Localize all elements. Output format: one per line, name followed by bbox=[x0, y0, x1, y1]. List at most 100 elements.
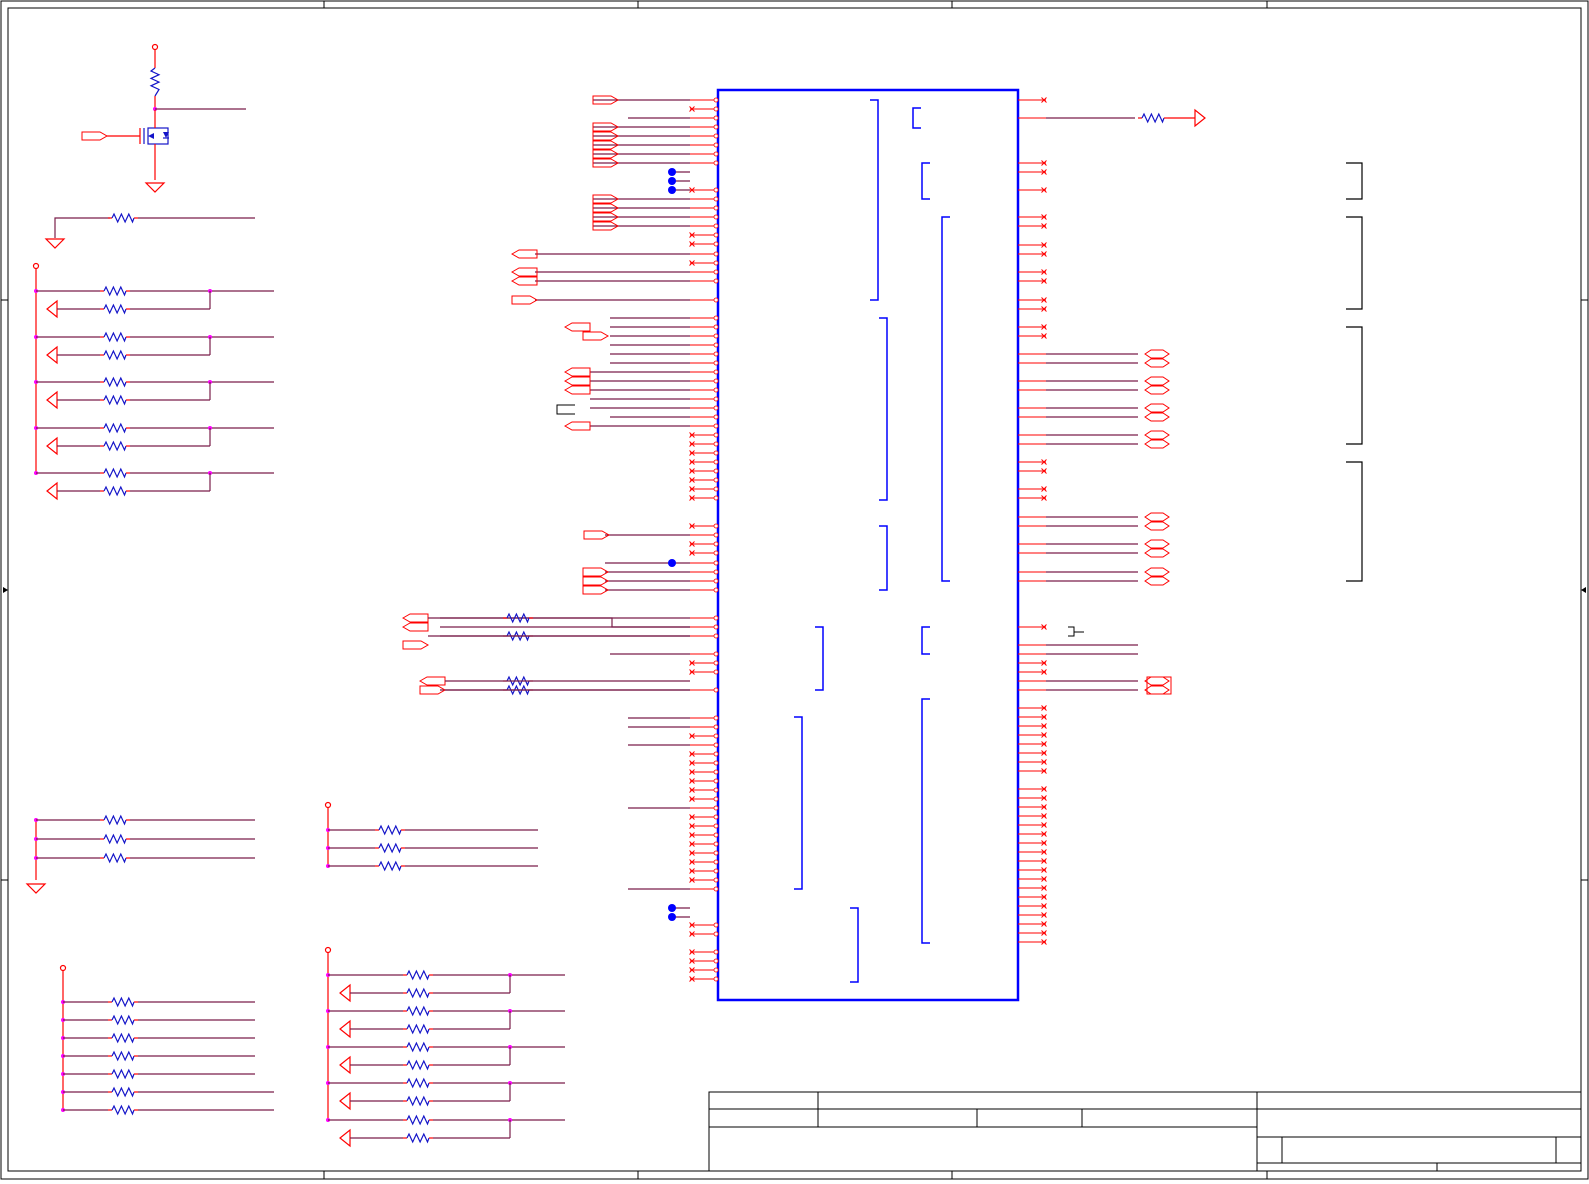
net-port-icon[interactable] bbox=[418, 676, 446, 686]
resistor-icon[interactable] bbox=[100, 394, 130, 406]
resistor-icon[interactable] bbox=[100, 833, 130, 845]
resistor-zigzag bbox=[149, 67, 161, 97]
resistor-icon[interactable] bbox=[100, 303, 130, 315]
net-port-icon[interactable] bbox=[510, 267, 538, 277]
net-port-icon[interactable] bbox=[1144, 439, 1170, 449]
resistor-icon[interactable] bbox=[108, 996, 138, 1008]
resistor-icon[interactable] bbox=[403, 1041, 433, 1053]
net-port-icon[interactable] bbox=[563, 385, 591, 395]
net-port-icon[interactable] bbox=[1144, 576, 1170, 586]
resistor-icon[interactable] bbox=[100, 331, 130, 343]
resistor-icon[interactable] bbox=[100, 485, 130, 497]
resistor-icon[interactable] bbox=[100, 349, 130, 361]
net-port-icon[interactable] bbox=[1144, 521, 1170, 531]
ic-pin-end bbox=[713, 187, 719, 193]
resistor-zigzag bbox=[103, 814, 127, 826]
schematic-canvas[interactable] bbox=[0, 0, 1589, 1180]
ic-pin-end bbox=[713, 297, 719, 303]
net-port-icon[interactable] bbox=[582, 331, 610, 341]
resistor-icon[interactable] bbox=[403, 1005, 433, 1017]
resistor-icon[interactable] bbox=[403, 1023, 433, 1035]
ground-icon bbox=[46, 390, 58, 410]
resistor-icon[interactable] bbox=[403, 987, 433, 999]
net-port-icon[interactable] bbox=[1144, 539, 1170, 549]
net-port-icon[interactable] bbox=[401, 622, 429, 632]
resistor-zigzag bbox=[378, 860, 402, 872]
resistor-icon[interactable] bbox=[403, 1132, 433, 1144]
resistor-icon[interactable] bbox=[108, 1032, 138, 1044]
net-port-icon[interactable] bbox=[1144, 676, 1170, 686]
net-port-icon[interactable] bbox=[582, 585, 610, 595]
net-port-icon[interactable] bbox=[582, 576, 610, 586]
resistor-icon[interactable] bbox=[375, 860, 405, 872]
net-port-icon[interactable] bbox=[511, 295, 539, 305]
ic-pin-end bbox=[713, 724, 719, 730]
mosfet-icon[interactable] bbox=[139, 127, 169, 145]
net-port-icon[interactable] bbox=[81, 131, 109, 141]
resistor-icon[interactable] bbox=[375, 842, 405, 854]
net-port-icon[interactable] bbox=[582, 567, 610, 577]
resistor-icon[interactable] bbox=[503, 612, 533, 624]
resistor-icon[interactable] bbox=[100, 814, 130, 826]
resistor-icon[interactable] bbox=[403, 969, 433, 981]
net-port-icon[interactable] bbox=[1144, 548, 1170, 558]
net-port-icon[interactable] bbox=[1144, 358, 1170, 368]
net-port-icon[interactable] bbox=[563, 322, 591, 332]
ic-pin-end bbox=[713, 260, 719, 266]
net-port-icon[interactable] bbox=[510, 276, 538, 286]
net-port-icon[interactable] bbox=[563, 376, 591, 386]
net-port-icon[interactable] bbox=[1144, 403, 1170, 413]
resistor-icon[interactable] bbox=[100, 852, 130, 864]
resistor-icon[interactable] bbox=[108, 1050, 138, 1062]
resistor-icon[interactable] bbox=[100, 285, 130, 297]
net-port-icon[interactable] bbox=[1144, 430, 1170, 440]
net-port-icon[interactable] bbox=[1144, 567, 1170, 577]
net-port-icon[interactable] bbox=[563, 367, 591, 377]
resistor-icon[interactable] bbox=[100, 467, 130, 479]
resistor-zigzag bbox=[103, 833, 127, 845]
ic-pin-end bbox=[713, 796, 719, 802]
resistor-icon[interactable] bbox=[108, 1086, 138, 1098]
resistor-zigzag bbox=[111, 996, 135, 1008]
resistor-icon[interactable] bbox=[108, 1068, 138, 1080]
resistor-icon[interactable] bbox=[100, 422, 130, 434]
resistor-zigzag bbox=[103, 422, 127, 434]
net-port-icon[interactable] bbox=[1144, 385, 1170, 395]
ic-pin-end bbox=[713, 133, 719, 139]
resistor-icon[interactable] bbox=[108, 1014, 138, 1026]
resistor-zigzag bbox=[111, 1068, 135, 1080]
resistor-zigzag bbox=[103, 852, 127, 864]
resistor-icon[interactable] bbox=[108, 1104, 138, 1116]
net-port-icon[interactable] bbox=[1144, 349, 1170, 359]
resistor-icon[interactable] bbox=[108, 212, 138, 224]
resistor-icon[interactable] bbox=[403, 1095, 433, 1107]
junction-icon bbox=[668, 904, 676, 912]
ic-pin-end bbox=[713, 651, 719, 657]
mosfet-arrow bbox=[148, 133, 154, 139]
net-port-icon[interactable] bbox=[1144, 412, 1170, 422]
net-port-icon[interactable] bbox=[1194, 108, 1206, 128]
resistor-icon[interactable] bbox=[100, 376, 130, 388]
resistor-zigzag bbox=[406, 1095, 430, 1107]
net-port-icon[interactable] bbox=[510, 249, 538, 259]
net-bracket bbox=[1346, 461, 1363, 582]
net-port-icon[interactable] bbox=[563, 421, 591, 431]
ic-pin-end bbox=[713, 196, 719, 202]
resistor-icon[interactable] bbox=[403, 1114, 433, 1126]
resistor-icon[interactable] bbox=[403, 1077, 433, 1089]
net-port-icon[interactable] bbox=[1144, 512, 1170, 522]
resistor-icon[interactable] bbox=[100, 440, 130, 452]
bus-bracket bbox=[850, 907, 859, 983]
net-port-icon[interactable] bbox=[401, 613, 429, 623]
net-port-icon[interactable] bbox=[1144, 376, 1170, 386]
resistor-zigzag bbox=[506, 612, 530, 624]
resistor-icon[interactable] bbox=[375, 824, 405, 836]
ground-icon bbox=[25, 883, 47, 894]
resistor-icon[interactable] bbox=[403, 1059, 433, 1071]
ic-body[interactable] bbox=[716, 88, 1020, 1002]
net-port-icon[interactable] bbox=[402, 640, 430, 650]
resistor-icon[interactable] bbox=[1138, 112, 1168, 124]
resistor-icon[interactable] bbox=[149, 67, 161, 97]
ic-pin-end bbox=[713, 214, 719, 220]
net-port-icon[interactable] bbox=[1144, 685, 1170, 695]
